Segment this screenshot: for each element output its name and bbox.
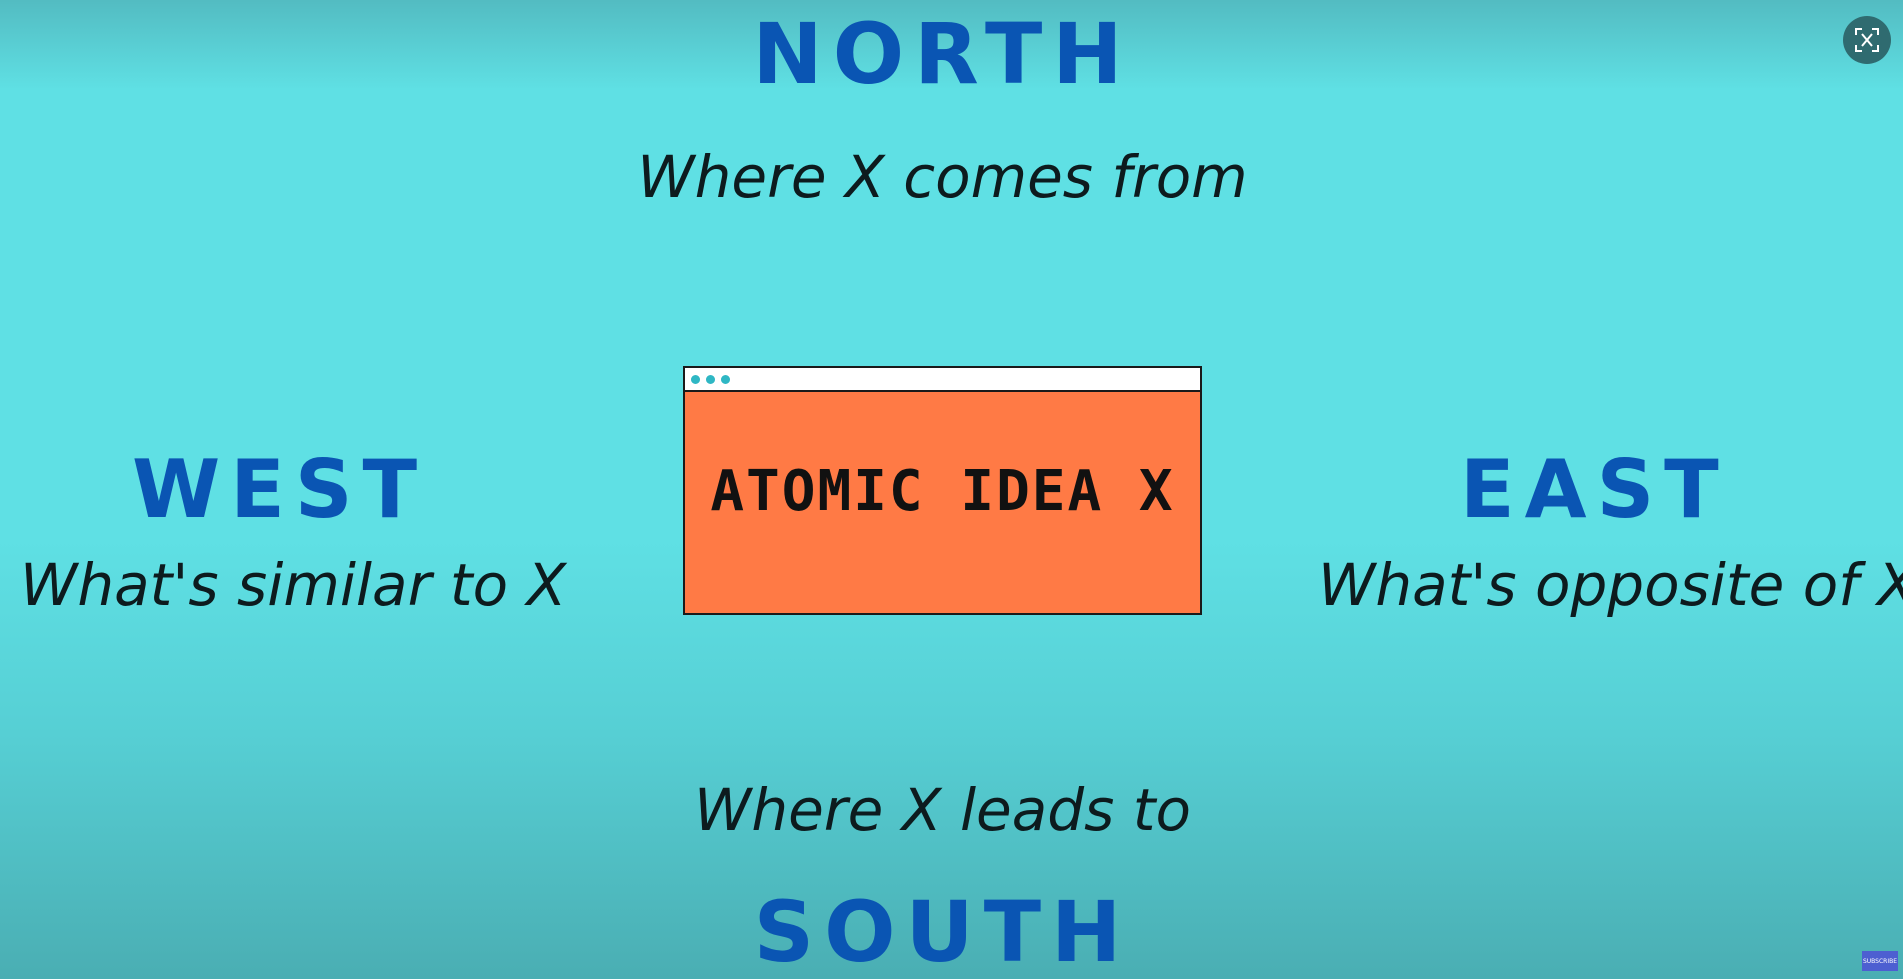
north-heading: NORTH (752, 5, 1133, 103)
north-caption: Where X comes from (637, 143, 1248, 211)
atomic-idea-card: ATOMIC IDEA X (683, 366, 1202, 615)
east-heading: EAST (1460, 443, 1729, 536)
west-caption: What's similar to X (20, 551, 567, 619)
west-heading: WEST (132, 443, 428, 536)
window-dot-icon (721, 375, 730, 384)
card-title: ATOMIC IDEA X (710, 459, 1175, 524)
south-heading: SOUTH (753, 883, 1132, 979)
exit-fullscreen-button[interactable] (1843, 16, 1891, 64)
subscribe-watermark[interactable]: SUBSCRIBE (1862, 951, 1898, 971)
window-dot-icon (691, 375, 700, 384)
south-caption: Where X leads to (694, 776, 1191, 844)
card-title-bar (685, 368, 1200, 392)
east-caption: What's opposite of X (1318, 551, 1903, 619)
video-frame[interactable]: NORTH Where X comes from WEST What's sim… (0, 0, 1903, 979)
exit-fullscreen-icon (1855, 28, 1879, 52)
window-dot-icon (706, 375, 715, 384)
